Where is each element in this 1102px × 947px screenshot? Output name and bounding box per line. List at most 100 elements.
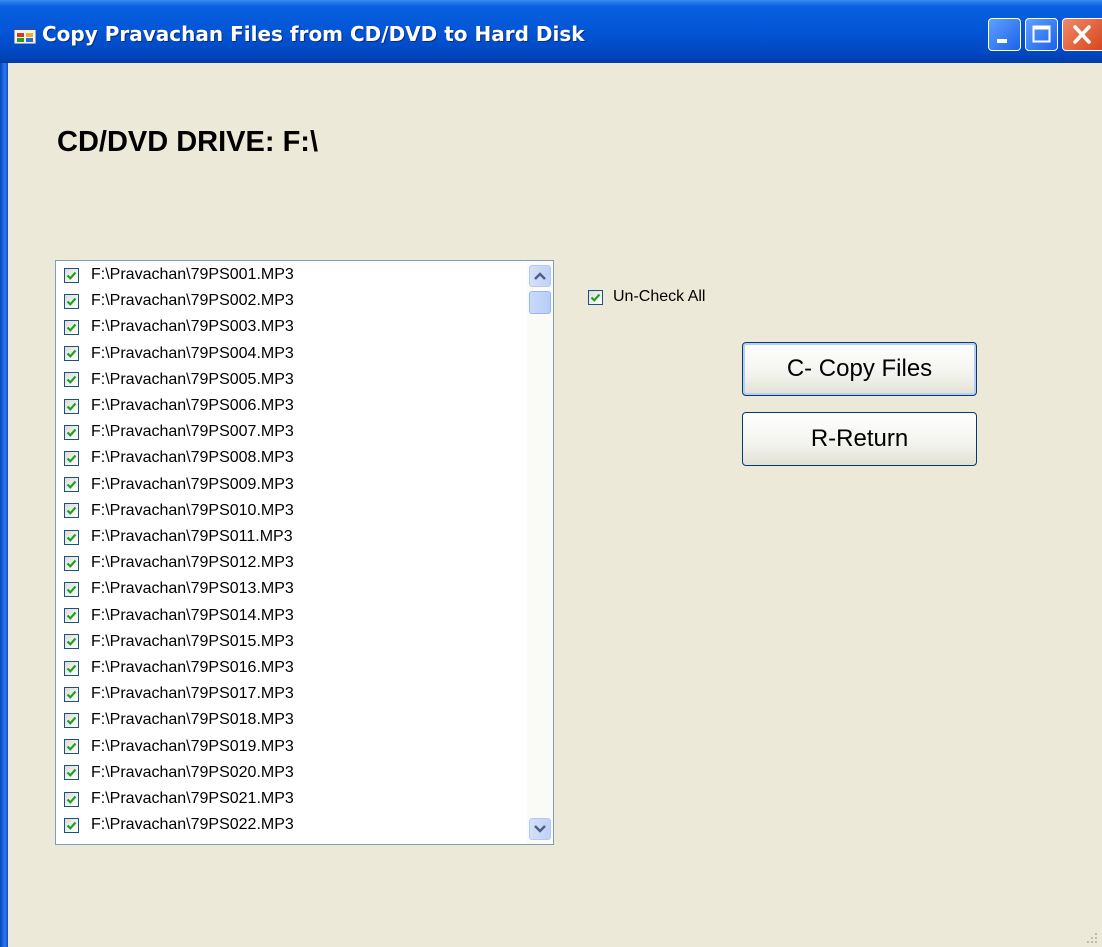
- file-path-label: F:\Pravachan\79PS015.MP3: [91, 632, 294, 650]
- file-path-label: F:\Pravachan\79PS001.MP3: [91, 266, 294, 283]
- checkmark-icon: [66, 690, 77, 699]
- checkbox[interactable]: [64, 477, 79, 493]
- checkbox[interactable]: [64, 503, 79, 519]
- file-path-label: F:\Pravachan\79PS009.MP3: [91, 475, 294, 493]
- checkmark-icon: [66, 297, 77, 306]
- scroll-down-button[interactable]: [529, 818, 551, 840]
- checkbox[interactable]: [64, 529, 79, 545]
- checkbox[interactable]: [64, 660, 79, 676]
- checkmark-icon: [66, 454, 77, 463]
- list-item[interactable]: F:\Pravachan\79PS010.MP3: [64, 498, 294, 524]
- drive-label: CD/DVD DRIVE: F:\: [57, 126, 318, 158]
- window-title: Copy Pravachan Files from CD/DVD to Hard…: [42, 22, 585, 46]
- list-item[interactable]: F:\Pravachan\79PS008.MP3: [64, 445, 294, 471]
- list-item[interactable]: F:\Pravachan\79PS014.MP3: [64, 603, 294, 629]
- list-item[interactable]: F:\Pravachan\79PS001.MP3: [64, 262, 294, 288]
- file-checklist-items: F:\Pravachan\79PS001.MP3 F:\Pravachan\79P…: [56, 261, 527, 844]
- uncheck-all-checkbox[interactable]: Un-Check All: [588, 288, 705, 306]
- file-path-label: F:\Pravachan\79PS012.MP3: [91, 554, 294, 572]
- file-path-label: F:\Pravachan\79PS020.MP3: [91, 763, 294, 781]
- file-path-label: F:\Pravachan\79PS006.MP3: [91, 397, 294, 414]
- file-path-label: F:\Pravachan\79PS010.MP3: [91, 501, 294, 519]
- checkbox[interactable]: [64, 346, 79, 362]
- list-item[interactable]: F:\Pravachan\79PS019.MP3: [64, 734, 294, 760]
- return-button[interactable]: R-Return: [742, 412, 977, 466]
- list-item[interactable]: F:\Pravachan\79PS003.MP3: [64, 314, 294, 340]
- checkbox[interactable]: [64, 608, 79, 624]
- file-path-label: F:\Pravachan\79PS005.MP3: [91, 370, 294, 388]
- list-item[interactable]: F:\Pravachan\79PS021.MP3: [64, 786, 294, 812]
- checkmark-icon: [590, 293, 601, 302]
- maximize-icon: [1032, 25, 1051, 43]
- checkbox[interactable]: [64, 424, 79, 440]
- file-checklist[interactable]: F:\Pravachan\79PS001.MP3 F:\Pravachan\79P…: [55, 260, 554, 845]
- close-button[interactable]: [1062, 18, 1102, 51]
- list-item[interactable]: F:\Pravachan\79PS004.MP3: [64, 341, 294, 367]
- checkbox[interactable]: [64, 293, 79, 309]
- list-item[interactable]: F:\Pravachan\79PS015.MP3: [64, 629, 294, 655]
- checkbox[interactable]: [64, 319, 79, 335]
- list-item[interactable]: F:\Pravachan\79PS017.MP3: [64, 681, 294, 707]
- list-item[interactable]: F:\Pravachan\79PS007.MP3: [64, 419, 294, 445]
- file-path-label: F:\Pravachan\79PS003.MP3: [91, 318, 294, 336]
- checkmark-icon: [66, 376, 77, 385]
- list-item[interactable]: F:\Pravachan\79PS005.MP3: [64, 367, 294, 393]
- scroll-up-button[interactable]: [529, 265, 551, 287]
- checkmark-icon: [66, 323, 77, 332]
- file-path-label: F:\Pravachan\79PS004.MP3: [91, 344, 294, 362]
- checkbox[interactable]: [64, 581, 79, 597]
- list-item[interactable]: F:\Pravachan\79PS013.MP3: [64, 576, 294, 602]
- app-icon[interactable]: [13, 25, 37, 45]
- checkmark-icon: [66, 507, 77, 516]
- resize-grip-icon[interactable]: [1086, 931, 1098, 943]
- checkbox[interactable]: [64, 739, 79, 755]
- vertical-scrollbar[interactable]: [527, 261, 553, 844]
- checkmark-icon: [66, 638, 77, 647]
- copy-files-button[interactable]: C- Copy Files: [742, 342, 977, 396]
- checkbox[interactable]: [64, 372, 79, 388]
- checkbox[interactable]: [64, 791, 79, 807]
- list-item[interactable]: F:\Pravachan\79PS006.MP3: [64, 393, 294, 419]
- file-path-label: F:\Pravachan\79PS002.MP3: [91, 292, 294, 310]
- file-path-label: F:\Pravachan\79PS017.MP3: [91, 685, 294, 703]
- file-path-label: F:\Pravachan\79PS011.MP3: [91, 528, 293, 545]
- minimize-button[interactable]: [988, 18, 1021, 51]
- list-item[interactable]: F:\Pravachan\79PS020.MP3: [64, 760, 294, 786]
- checkmark-icon: [66, 716, 77, 725]
- checkmark-icon: [66, 611, 77, 620]
- chevron-down-icon: [534, 825, 546, 833]
- checkmark-icon: [66, 402, 77, 411]
- checkbox[interactable]: [64, 450, 79, 466]
- checkbox[interactable]: [64, 765, 79, 781]
- scroll-thumb[interactable]: [529, 291, 551, 314]
- title-bar[interactable]: Copy Pravachan Files from CD/DVD to Hard…: [0, 0, 1102, 63]
- main-window: Copy Pravachan Files from CD/DVD to Hard…: [0, 0, 1102, 947]
- checkbox[interactable]: [64, 634, 79, 650]
- checkmark-icon: [66, 480, 77, 489]
- list-item[interactable]: F:\Pravachan\79PS018.MP3: [64, 707, 294, 733]
- minimize-icon: [997, 39, 1007, 43]
- checkbox[interactable]: [588, 289, 603, 305]
- list-item[interactable]: F:\Pravachan\79PS012.MP3: [64, 550, 294, 576]
- checkbox[interactable]: [64, 398, 79, 414]
- checkbox[interactable]: [64, 555, 79, 571]
- checkbox[interactable]: [64, 817, 79, 833]
- list-item[interactable]: F:\Pravachan\79PS016.MP3: [64, 655, 294, 681]
- file-path-label: F:\Pravachan\79PS021.MP3: [91, 790, 294, 807]
- maximize-button[interactable]: [1025, 18, 1058, 51]
- list-item[interactable]: F:\Pravachan\79PS011.MP3: [64, 524, 293, 550]
- checkmark-icon: [66, 664, 77, 673]
- list-item[interactable]: F:\Pravachan\79PS009.MP3: [64, 472, 294, 498]
- list-item[interactable]: F:\Pravachan\79PS022.MP3: [64, 812, 294, 838]
- file-path-label: F:\Pravachan\79PS016.MP3: [91, 659, 294, 676]
- close-icon: [1073, 25, 1091, 44]
- checkbox[interactable]: [64, 686, 79, 702]
- checkmark-icon: [66, 349, 77, 358]
- file-path-label: F:\Pravachan\79PS018.MP3: [91, 711, 294, 729]
- checkbox[interactable]: [64, 267, 79, 283]
- checkbox[interactable]: [64, 712, 79, 728]
- checkmark-icon: [66, 821, 77, 830]
- checkmark-icon: [66, 559, 77, 568]
- list-item[interactable]: F:\Pravachan\79PS002.MP3: [64, 288, 294, 314]
- file-path-label: F:\Pravachan\79PS007.MP3: [91, 423, 294, 441]
